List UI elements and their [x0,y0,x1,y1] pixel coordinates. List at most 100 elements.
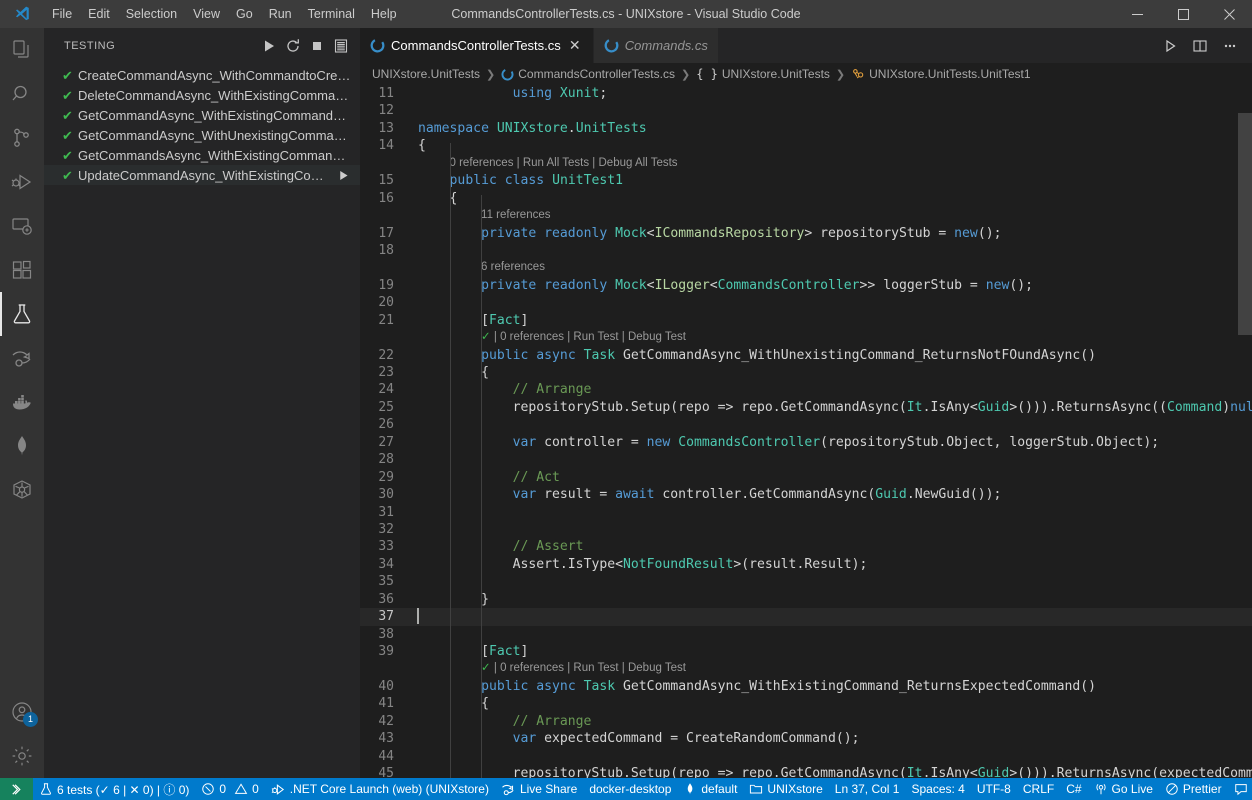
code-line[interactable]: 28 [360,451,1252,468]
test-item-4[interactable]: ✔ GetCommandsAsync_WithExistingCommand_R… [44,145,360,165]
status-indentation[interactable]: Spaces: 4 [905,778,970,800]
scrollbar-thumb[interactable] [1238,113,1252,335]
menu-run[interactable]: Run [261,0,300,28]
code-line[interactable]: 44 [360,748,1252,765]
activity-extensions-icon[interactable] [0,248,44,292]
code-line[interactable]: 11 using Xunit; [360,85,1252,102]
status-cursor-position[interactable]: Ln 37, Col 1 [829,778,906,800]
activity-account-icon[interactable]: 1 [0,690,44,734]
menu-terminal[interactable]: Terminal [300,0,363,28]
code-line[interactable]: 15 public class UnitTest1 [360,172,1252,189]
status-remote-indicator[interactable] [0,778,33,800]
test-item-2[interactable]: ✔ GetCommandAsync_WithExistingCommand_Re… [44,105,360,125]
code-line[interactable]: 25 repositoryStub.Setup(repo => repo.Get… [360,399,1252,416]
breadcrumb-item-2[interactable]: { } UNIXstore.UnitTests [694,67,832,81]
maximize-button[interactable] [1160,0,1206,28]
activity-run-debug-icon[interactable] [0,160,44,204]
tab-close-icon[interactable]: ✕ [567,37,583,54]
code-lens[interactable]: 0 references | Run All Tests | Debug All… [360,155,1252,172]
menu-edit[interactable]: Edit [80,0,118,28]
code-lens-link[interactable]: Run All Tests [523,157,589,169]
close-button[interactable] [1206,0,1252,28]
code-line[interactable]: 24 // Arrange [360,381,1252,398]
status-live-share[interactable]: Live Share [495,778,583,800]
more-actions-icon[interactable] [1216,32,1244,60]
code-lens-link[interactable]: 11 references [481,209,550,221]
code-line[interactable]: 42 // Arrange [360,713,1252,730]
code-line[interactable]: 39 [Fact] [360,643,1252,660]
code-line[interactable]: 29 // Act [360,469,1252,486]
code-line[interactable]: 34 Assert.IsType<NotFoundResult>(result.… [360,556,1252,573]
menu-view[interactable]: View [185,0,228,28]
status-encoding[interactable]: UTF-8 [971,778,1017,800]
status-workspace-folder[interactable]: UNIXstore [743,778,828,800]
status-mongodb-connection[interactable]: default [677,778,743,800]
code-lens-link[interactable]: 0 references [450,157,514,169]
activity-live-share-icon[interactable] [0,336,44,380]
code-line[interactable]: 40 public async Task GetCommandAsync_Wit… [360,678,1252,695]
activity-source-control-icon[interactable] [0,116,44,160]
activity-docker-icon[interactable] [0,380,44,424]
code-line[interactable]: 17 private readonly Mock<ICommandsReposi… [360,225,1252,242]
tab-commands[interactable]: Commands.cs [593,28,719,63]
code-line[interactable]: 23 { [360,364,1252,381]
code-lens[interactable]: ✓ | 0 references | Run Test | Debug Test [360,329,1252,346]
code-lens-link[interactable]: Run Test [573,331,618,343]
code-line[interactable]: 41 { [360,695,1252,712]
run-all-tests-icon[interactable] [258,35,280,57]
code-line[interactable]: 43 var expectedCommand = CreateRandomCom… [360,730,1252,747]
code-line[interactable]: 26 [360,416,1252,433]
show-output-icon[interactable] [330,35,352,57]
code-lens[interactable]: ✓ | 0 references | Run Test | Debug Test [360,660,1252,677]
test-item-5[interactable]: ✔ UpdateCommandAsync_WithExistingComman.… [44,165,360,185]
code-editor[interactable]: 11 using Xunit; 12 13 namespace UNIXstore.U… [360,85,1252,778]
code-line[interactable]: 45 repositoryStub.Setup(repo => repo.Get… [360,765,1252,778]
code-line[interactable]: 31 [360,504,1252,521]
status-feedback[interactable] [1228,778,1252,800]
status-launch-config[interactable]: .NET Core Launch (web) (UNIXstore) [265,778,495,800]
breadcrumb-item-0[interactable]: UNIXstore.UnitTests [370,67,482,81]
activity-mongodb-icon[interactable] [0,424,44,468]
menu-file[interactable]: File [44,0,80,28]
menu-go[interactable]: Go [228,0,261,28]
test-item-1[interactable]: ✔ DeleteCommandAsync_WithExistingCommand… [44,85,360,105]
code-lens[interactable]: 6 references [360,259,1252,276]
tab-commandscontrollertests[interactable]: CommandsControllerTests.cs ✕ [360,28,594,63]
breadcrumb-item-3[interactable]: UNIXstore.UnitTests.UnitTest1 [849,67,1032,81]
status-eol[interactable]: CRLF [1017,778,1060,800]
test-item-0[interactable]: ✔ CreateCommandAsync_WithCommandtoCreate… [44,65,360,85]
code-line[interactable]: 16 { [360,190,1252,207]
status-docker-context[interactable]: docker-desktop [583,778,677,800]
status-go-live[interactable]: Go Live [1088,778,1159,800]
code-line[interactable]: 30 var result = await controller.GetComm… [360,486,1252,503]
code-line[interactable]: 35 [360,573,1252,590]
code-lens-link[interactable]: 0 references [500,662,564,674]
activity-testing-icon[interactable] [0,292,44,336]
code-line[interactable]: 14 { [360,137,1252,154]
code-line[interactable]: 12 [360,102,1252,119]
status-language-mode[interactable]: C# [1060,778,1087,800]
breadcrumb-item-1[interactable]: CommandsControllerTests.cs [499,67,677,81]
code-line[interactable]: 36 } [360,591,1252,608]
code-lens-link[interactable]: 0 references [500,331,564,343]
code-lens[interactable]: 11 references [360,207,1252,224]
code-lens-link[interactable]: Debug Test [628,331,686,343]
code-line[interactable]: 27 var controller = new CommandsControll… [360,434,1252,451]
editor-vertical-scrollbar[interactable] [1238,85,1252,778]
code-lens-link[interactable]: Debug All Tests [599,157,678,169]
code-line[interactable]: 19 private readonly Mock<ILogger<Command… [360,277,1252,294]
activity-explorer-icon[interactable] [0,28,44,72]
refresh-tests-icon[interactable] [282,35,304,57]
menu-bar[interactable]: File Edit Selection View Go Run Terminal… [44,0,405,28]
code-lens-link[interactable]: 6 references [481,261,545,273]
code-line[interactable]: 33 // Assert [360,538,1252,555]
stop-tests-icon[interactable] [306,35,328,57]
activity-settings-gear-icon[interactable] [0,734,44,778]
activity-kubernetes-icon[interactable] [0,468,44,512]
menu-selection[interactable]: Selection [118,0,185,28]
status-problems[interactable]: 0 0 [195,778,264,800]
run-test-icon[interactable] [334,169,352,182]
status-test-summary[interactable]: 6 tests (✓ 6 | ✕ 0) | ⓘ 0) [33,778,195,800]
code-content[interactable]: 11 using Xunit; 12 13 namespace UNIXstore.U… [360,85,1252,778]
code-lens-link[interactable]: Run Test [573,662,618,674]
